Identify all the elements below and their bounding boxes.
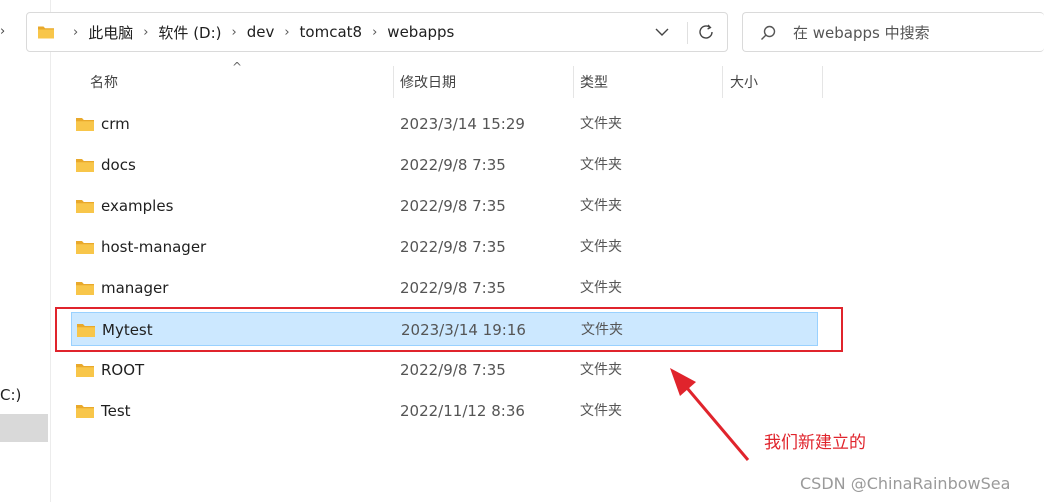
annotation-arrow-icon xyxy=(670,368,750,461)
annotation-text: 我们新建立的 xyxy=(764,433,866,453)
watermark: CSDN @ChinaRainbowSea xyxy=(800,474,1011,493)
